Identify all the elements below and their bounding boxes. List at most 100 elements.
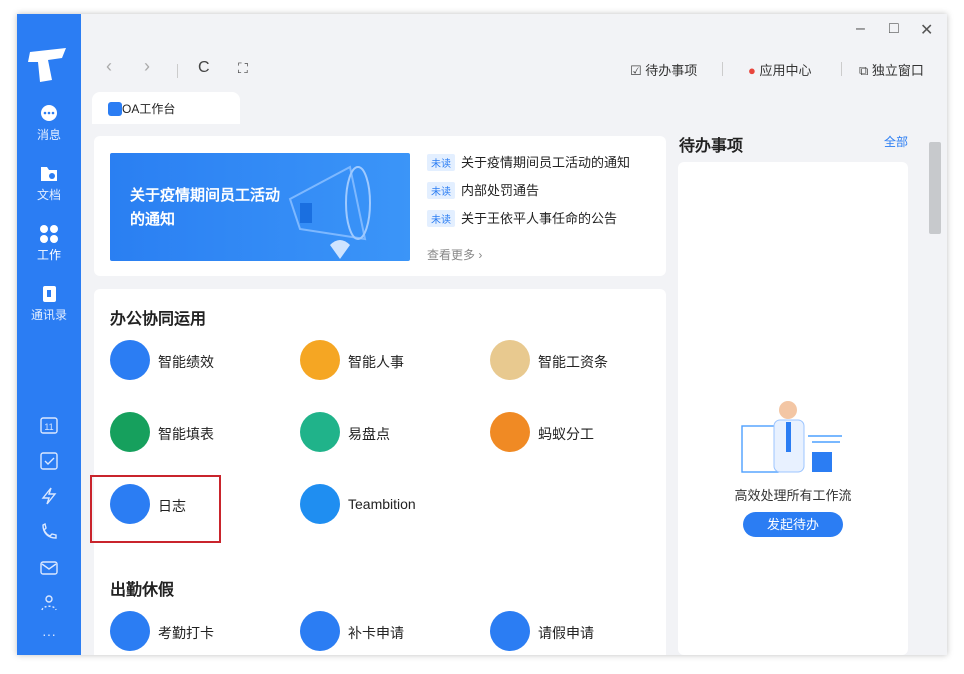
todo-link[interactable]: ☑ 待办事项 <box>630 60 697 79</box>
notice-item[interactable]: 未读 关于疫情期间员工活动的通知 <box>427 152 630 171</box>
apps-icon <box>40 225 58 243</box>
forward-button[interactable]: › <box>144 56 150 77</box>
snail-icon <box>490 412 530 452</box>
hr-icon <box>300 340 340 380</box>
app-label: 蚂蚁分工 <box>538 426 594 442</box>
notice-item[interactable]: 未读 内部处罚通告 <box>427 180 539 199</box>
app-smart-form[interactable]: 智能填表 <box>110 412 290 456</box>
app-clock-in[interactable]: 考勤打卡 <box>110 611 290 655</box>
back-button[interactable]: ‹ <box>106 56 112 77</box>
standalone-window-link[interactable]: ⧉ 独立窗口 <box>859 60 924 79</box>
highlight-box <box>90 475 221 543</box>
todo-card: 高效处理所有工作流 发起待办 <box>678 162 908 655</box>
folder-icon <box>41 167 57 181</box>
sidebar-item-contacts[interactable]: 通讯录 <box>17 284 81 323</box>
apps-card: 办公协同运用 智能绩效 智能人事 智能工资条 智能填表 易盘点 蚂蚁分工 日志 … <box>90 289 666 655</box>
lightning-icon[interactable] <box>39 486 59 506</box>
teambition-icon <box>300 484 340 524</box>
sidebar-item-label: 消息 <box>36 128 61 142</box>
apps-icon <box>108 102 122 116</box>
app-label: 智能工资条 <box>538 354 608 370</box>
check-icon: ☑ <box>630 63 646 78</box>
window-icon: ⧉ <box>859 63 872 78</box>
app-label: 智能绩效 <box>158 354 214 370</box>
clock-icon <box>490 611 530 651</box>
todo-empty-text: 高效处理所有工作流 <box>734 488 852 503</box>
app-window: 消息 文档 工作 通讯录 11 ··· – □ ✕ ‹ › C ⛶ ☑ 待办事项 <box>17 14 947 655</box>
mail-icon[interactable] <box>39 558 59 578</box>
app-label: 补卡申请 <box>348 625 404 641</box>
payslip-icon <box>490 340 530 380</box>
clock-icon <box>300 611 340 651</box>
standalone-label: 独立窗口 <box>871 63 924 78</box>
app-missed-punch[interactable]: 补卡申请 <box>300 611 480 655</box>
location-icon <box>110 611 150 651</box>
notice-title: 内部处罚通告 <box>461 183 540 198</box>
notice-banner[interactable]: 关于疫情期间员工活动的通知 <box>110 153 410 261</box>
sidebar-item-docs[interactable]: 文档 <box>17 164 81 203</box>
view-more-link[interactable]: 查看更多 › <box>427 246 482 263</box>
inventory-icon <box>300 412 340 452</box>
app-label: 智能填表 <box>158 426 214 442</box>
form-icon <box>110 412 150 452</box>
main-area: – □ ✕ ‹ › C ⛶ ☑ 待办事项 ● 应用中心 ⧉ 独立窗口 OA工作台… <box>81 14 947 655</box>
close-button[interactable]: ✕ <box>920 20 933 40</box>
sidebar-rail: 消息 文档 工作 通讯录 11 ··· <box>17 14 81 655</box>
section-title: 出勤休假 <box>110 582 175 599</box>
calendar-day: 11 <box>44 422 53 432</box>
contacts-icon <box>43 286 56 302</box>
app-center-link[interactable]: ● 应用中心 <box>748 60 811 79</box>
unread-badge: 未读 <box>427 210 455 227</box>
check-icon[interactable] <box>39 451 59 471</box>
maximize-button[interactable]: □ <box>889 20 899 38</box>
phone-icon[interactable] <box>39 522 59 542</box>
sidebar-item-label: 工作 <box>36 248 61 262</box>
more-icon[interactable]: ··· <box>17 626 81 642</box>
create-todo-button[interactable]: 发起待办 <box>743 512 843 537</box>
divider <box>177 64 178 78</box>
notice-item[interactable]: 未读 关于王依平人事任命的公告 <box>427 208 617 227</box>
unread-badge: 未读 <box>427 182 455 199</box>
app-label: 请假申请 <box>538 625 594 641</box>
app-smart-hr[interactable]: 智能人事 <box>300 340 480 384</box>
notice-card: 关于疫情期间员工活动的通知 未读 关于疫情期间员工活动的通知 未读 内部处罚通告 未… <box>94 136 666 276</box>
app-ant-division[interactable]: 蚂蚁分工 <box>490 412 670 456</box>
app-center-label: 应用中心 <box>759 63 812 78</box>
app-label: 智能人事 <box>348 354 404 370</box>
calendar-icon[interactable]: 11 <box>39 415 59 435</box>
app-label: 易盘点 <box>348 426 390 442</box>
sidebar-item-work[interactable]: 工作 <box>17 224 81 263</box>
empty-state-illustration <box>741 401 842 473</box>
scrollbar-thumb[interactable] <box>929 142 941 234</box>
app-smart-performance[interactable]: 智能绩效 <box>110 340 290 384</box>
megaphone-icon <box>288 165 371 259</box>
app-label: 考勤打卡 <box>158 625 214 641</box>
banner-title: 关于疫情期间员工活动的通知 <box>130 187 281 228</box>
app-leave-request[interactable]: 请假申请 <box>490 611 670 655</box>
divider <box>722 62 723 76</box>
performance-icon <box>110 340 150 380</box>
app-center-icon: ● <box>748 63 760 78</box>
todo-link-label: 待办事项 <box>645 63 698 78</box>
unread-badge: 未读 <box>427 154 455 171</box>
minimize-button[interactable]: – <box>856 20 865 38</box>
app-teambition[interactable]: Teambition <box>300 484 480 528</box>
refresh-button[interactable]: C <box>198 59 210 77</box>
todo-title: 待办事项 <box>679 138 744 155</box>
todo-all-link[interactable]: 全部 <box>884 133 908 150</box>
fullscreen-button[interactable]: ⛶ <box>238 60 248 77</box>
sidebar-item-messages[interactable]: 消息 <box>17 104 81 143</box>
sidebar-item-label: 通讯录 <box>30 308 67 322</box>
app-logo <box>28 48 66 82</box>
notice-title: 关于疫情期间员工活动的通知 <box>461 155 631 170</box>
app-label: Teambition <box>348 496 416 512</box>
divider <box>841 62 842 76</box>
sidebar-item-label: 文档 <box>36 188 61 202</box>
app-inventory[interactable]: 易盘点 <box>300 412 480 456</box>
app-smart-payslip[interactable]: 智能工资条 <box>490 340 670 384</box>
section-title: 办公协同运用 <box>110 311 207 328</box>
people-icon[interactable] <box>39 593 59 613</box>
tab-label: OA工作台 <box>122 102 176 116</box>
chat-icon <box>41 105 57 121</box>
tab-oa-workbench[interactable]: OA工作台 <box>92 92 240 124</box>
